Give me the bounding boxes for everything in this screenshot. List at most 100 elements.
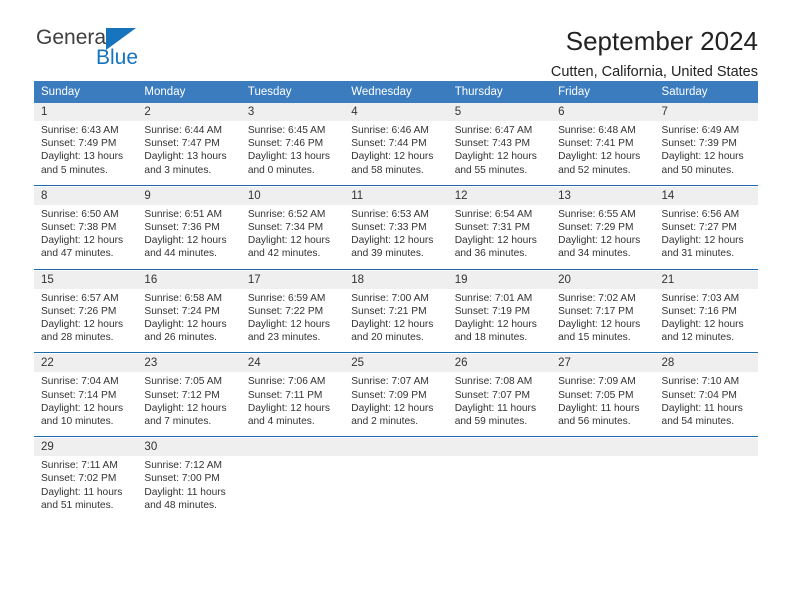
day-cell[interactable]: Sunrise: 7:03 AM Sunset: 7:16 PM Daylight:… (654, 288, 758, 353)
day-cell[interactable]: Sunrise: 6:57 AM Sunset: 7:26 PM Daylight:… (34, 288, 138, 353)
weekday-header-sunday: Sunday (34, 81, 138, 103)
day-cell[interactable]: Sunrise: 7:11 AM Sunset: 7:02 PM Daylight:… (34, 456, 138, 521)
day-cell[interactable]: Sunrise: 6:48 AM Sunset: 7:41 PM Daylight:… (551, 121, 655, 186)
day-cell[interactable]: Sunrise: 7:09 AM Sunset: 7:05 PM Daylight:… (551, 372, 655, 437)
sunrise-time: Sunrise: 6:52 AM (247, 208, 326, 220)
day-number[interactable]: 3 (240, 103, 345, 121)
daylight-duration: Daylight: 12 hours (144, 235, 227, 247)
day-number[interactable]: 17 (240, 270, 345, 289)
day-number[interactable]: 14 (654, 186, 758, 205)
day-cell[interactable]: Sunrise: 6:47 AM Sunset: 7:43 PM Daylight:… (447, 121, 552, 186)
day-cell[interactable]: Sunrise: 6:51 AM Sunset: 7:36 PM Daylight:… (137, 204, 241, 270)
day-number[interactable]: 12 (447, 186, 552, 205)
day-number[interactable]: 29 (34, 438, 138, 457)
day-number[interactable]: 13 (551, 186, 655, 205)
daylight-duration: and 26 minutes. (144, 332, 217, 344)
sunset-time: Sunset: 7:24 PM (144, 305, 220, 317)
daylight-duration: and 50 minutes. (661, 164, 735, 176)
day-cell[interactable]: Sunrise: 6:54 AM Sunset: 7:31 PM Daylight:… (447, 204, 552, 270)
day-cell[interactable]: Sunrise: 7:12 AM Sunset: 7:00 PM Daylight:… (137, 456, 241, 521)
day-cell[interactable]: Sunrise: 7:10 AM Sunset: 7:04 PM Daylight:… (654, 372, 758, 437)
day-cell[interactable]: Sunrise: 6:43 AM Sunset: 7:49 PM Daylight:… (34, 121, 138, 186)
day-cell[interactable]: Sunrise: 7:05 AM Sunset: 7:12 PM Daylight:… (137, 372, 241, 437)
day-number[interactable]: 21 (654, 270, 758, 289)
day-cell[interactable]: Sunrise: 7:07 AM Sunset: 7:09 PM Daylight:… (344, 372, 448, 437)
day-cell[interactable]: Sunrise: 6:46 AM Sunset: 7:44 PM Daylight:… (344, 121, 448, 186)
day-cell[interactable]: Sunrise: 7:00 AM Sunset: 7:21 PM Daylight:… (344, 288, 448, 353)
sunset-time: Sunset: 7:34 PM (247, 222, 324, 234)
day-number[interactable]: 26 (447, 354, 552, 373)
daylight-duration: and 5 minutes. (41, 164, 108, 176)
daylight-duration: Daylight: 11 hours (41, 486, 123, 498)
day-number[interactable]: 7 (654, 103, 758, 121)
day-detail-row: Sunrise: 7:04 AM Sunset: 7:14 PM Daylight:… (34, 372, 758, 437)
sunrise-time: Sunrise: 6:49 AM (661, 125, 740, 136)
day-number[interactable]: 16 (137, 270, 241, 289)
day-cell[interactable]: Sunrise: 6:59 AM Sunset: 7:22 PM Daylight:… (240, 288, 345, 353)
day-number[interactable]: 11 (344, 186, 448, 205)
daylight-duration: Daylight: 12 hours (351, 151, 434, 163)
daylight-duration: and 55 minutes. (454, 164, 528, 176)
day-cell[interactable]: Sunrise: 6:58 AM Sunset: 7:24 PM Daylight:… (137, 288, 241, 353)
daylight-duration: and 34 minutes. (558, 248, 631, 260)
daylight-duration: and 12 minutes. (661, 332, 735, 344)
day-number[interactable]: 18 (344, 270, 448, 289)
day-number[interactable]: 15 (34, 270, 138, 289)
daylight-duration: Daylight: 12 hours (661, 151, 744, 163)
day-number[interactable]: 10 (240, 186, 345, 205)
daylight-duration: and 18 minutes. (454, 332, 528, 344)
day-number[interactable]: 4 (344, 103, 448, 121)
day-cell[interactable]: Sunrise: 6:50 AM Sunset: 7:38 PM Daylight:… (34, 204, 138, 270)
day-number[interactable]: 19 (447, 270, 552, 289)
sunrise-time: Sunrise: 6:55 AM (558, 208, 636, 220)
calendar-page: General Blue September 2024 Cutten, Cali… (0, 0, 792, 612)
day-number-row: 15 16 17 18 19 20 21 (34, 270, 758, 289)
day-number[interactable]: 25 (344, 354, 448, 373)
sunrise-time: Sunrise: 6:51 AM (144, 208, 223, 220)
sunrise-time: Sunrise: 7:05 AM (144, 376, 223, 388)
day-number[interactable]: 5 (447, 103, 552, 121)
daylight-duration: Daylight: 12 hours (247, 319, 330, 331)
day-cell[interactable]: Sunrise: 6:56 AM Sunset: 7:27 PM Daylight:… (654, 204, 758, 270)
day-number[interactable]: 30 (137, 438, 241, 457)
daylight-duration: and 3 minutes. (144, 164, 212, 176)
day-cell[interactable]: Sunrise: 6:55 AM Sunset: 7:29 PM Daylight:… (551, 204, 655, 270)
daylight-duration: Daylight: 12 hours (351, 319, 434, 331)
daylight-duration: Daylight: 12 hours (41, 235, 124, 247)
day-detail-row: Sunrise: 6:57 AM Sunset: 7:26 PM Daylight:… (34, 288, 758, 353)
weekday-header-friday: Friday (551, 81, 655, 103)
sunset-time: Sunset: 7:05 PM (558, 389, 634, 401)
sunrise-time: Sunrise: 7:03 AM (661, 292, 740, 304)
day-number[interactable]: 23 (137, 354, 241, 373)
day-cell-empty (654, 456, 758, 521)
calendar-header-row: Sunday Monday Tuesday Wednesday Thursday… (34, 81, 758, 103)
day-number[interactable]: 22 (34, 354, 138, 373)
day-cell[interactable]: Sunrise: 6:45 AM Sunset: 7:46 PM Daylight:… (240, 121, 345, 186)
day-cell[interactable]: Sunrise: 6:49 AM Sunset: 7:39 PM Daylight:… (654, 121, 758, 186)
day-number[interactable]: 20 (551, 270, 655, 289)
day-cell[interactable]: Sunrise: 7:01 AM Sunset: 7:19 PM Daylight:… (447, 288, 552, 353)
day-cell[interactable]: Sunrise: 7:04 AM Sunset: 7:14 PM Daylight:… (34, 372, 138, 437)
sunset-time: Sunset: 7:29 PM (558, 222, 634, 234)
day-number[interactable]: 1 (34, 103, 138, 121)
day-cell[interactable]: Sunrise: 7:02 AM Sunset: 7:17 PM Daylight:… (551, 288, 655, 353)
day-cell[interactable]: Sunrise: 6:53 AM Sunset: 7:33 PM Daylight:… (344, 204, 448, 270)
daylight-duration: Daylight: 11 hours (558, 402, 640, 414)
day-number[interactable]: 9 (137, 186, 241, 205)
sunrise-time: Sunrise: 7:12 AM (144, 460, 223, 472)
weekday-header-saturday: Saturday (654, 81, 758, 103)
daylight-duration: and 51 minutes. (41, 499, 114, 511)
day-cell-empty (344, 456, 448, 521)
brand-logo[interactable]: General Blue (34, 26, 148, 69)
day-number[interactable]: 27 (551, 354, 655, 373)
day-number-empty (551, 438, 655, 457)
day-number[interactable]: 8 (34, 186, 138, 205)
day-cell[interactable]: Sunrise: 7:08 AM Sunset: 7:07 PM Daylight:… (447, 372, 552, 437)
day-cell[interactable]: Sunrise: 6:44 AM Sunset: 7:47 PM Daylight:… (137, 121, 241, 186)
day-number[interactable]: 24 (240, 354, 345, 373)
day-cell[interactable]: Sunrise: 7:06 AM Sunset: 7:11 PM Daylight:… (240, 372, 345, 437)
day-number[interactable]: 2 (137, 103, 241, 121)
day-number[interactable]: 28 (654, 354, 758, 373)
day-number[interactable]: 6 (551, 103, 655, 121)
day-cell[interactable]: Sunrise: 6:52 AM Sunset: 7:34 PM Daylight:… (240, 204, 345, 270)
